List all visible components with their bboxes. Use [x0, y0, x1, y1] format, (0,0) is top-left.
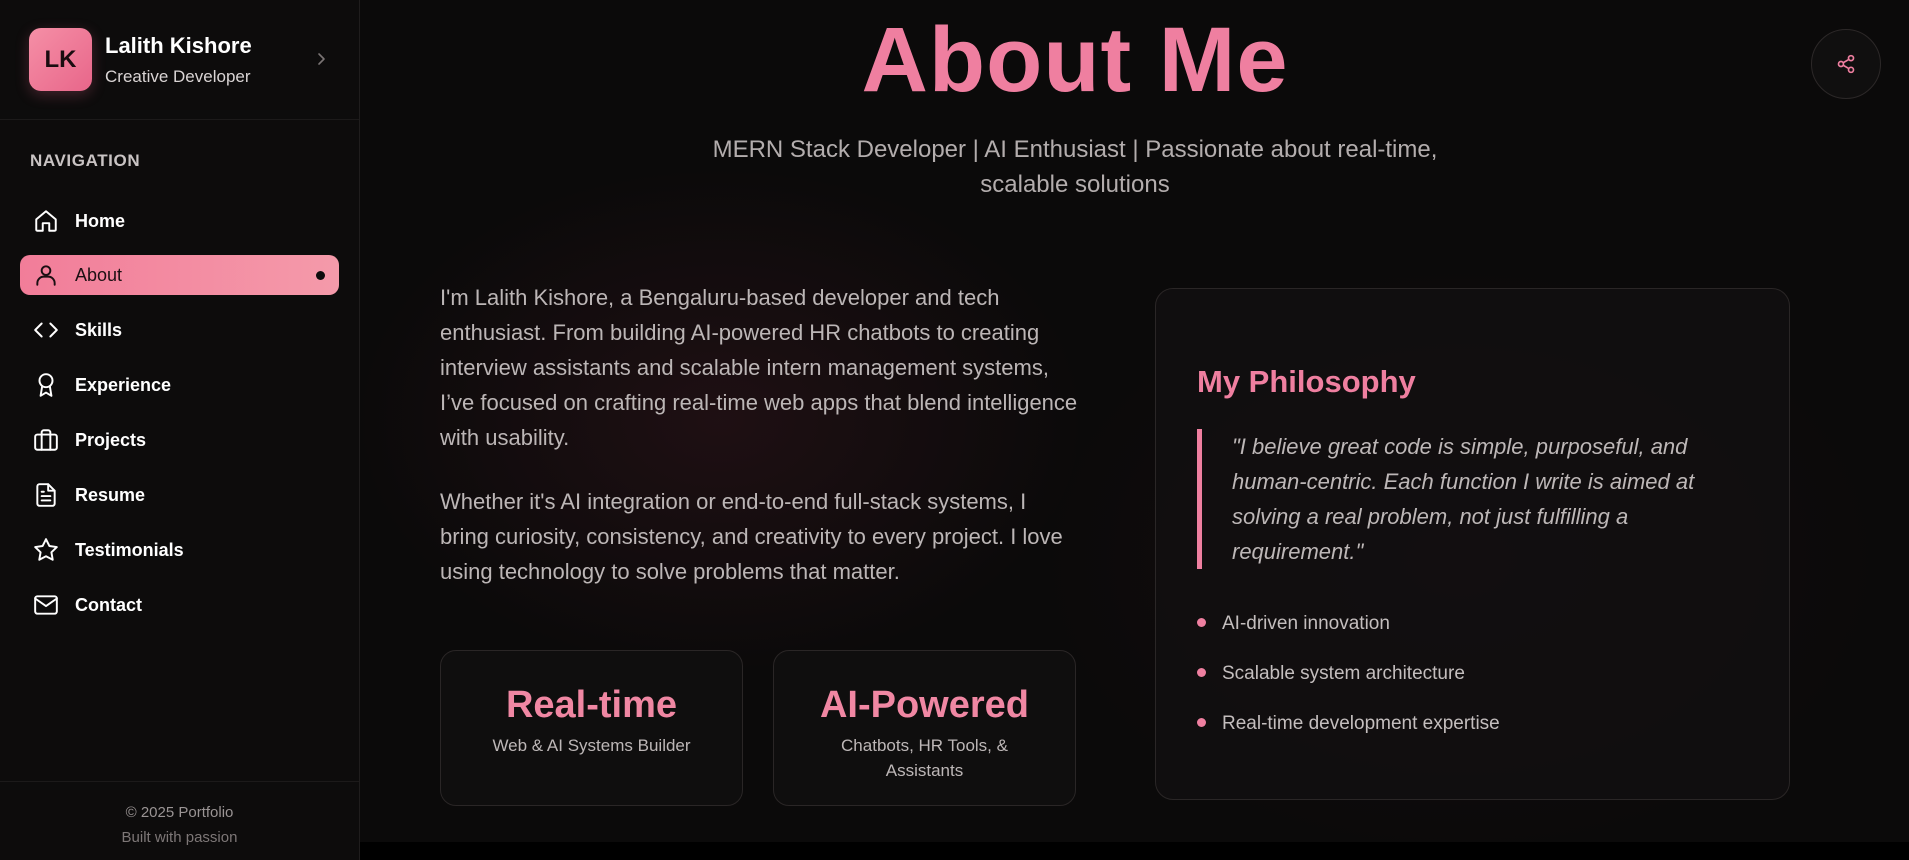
footer-tagline: Built with passion	[121, 829, 238, 846]
briefcase-icon	[33, 427, 59, 453]
mail-icon	[33, 592, 59, 618]
stat-value: Real-time	[505, 684, 678, 726]
sidebar-item-label: Resume	[75, 484, 146, 505]
philosophy-quote: "I believe great code is simple, purpose…	[1197, 429, 1727, 569]
avatar: LK	[29, 28, 92, 91]
share-button[interactable]	[1811, 29, 1881, 99]
profile-header: LK Lalith Kishore Creative Developer	[0, 0, 359, 120]
sidebar-item-skills[interactable]: Skills	[20, 310, 339, 350]
sidebar-item-contact[interactable]: Contact	[20, 585, 339, 625]
stat-value: AI-Powered	[819, 684, 1030, 726]
sidebar-item-experience[interactable]: Experience	[20, 365, 339, 405]
sidebar-item-testimonials[interactable]: Testimonials	[20, 530, 339, 570]
philosophy-points: AI-driven innovation Scalable system arc…	[1197, 599, 1500, 749]
profile-role: Creative Developer	[105, 67, 251, 86]
chevron-right-icon	[318, 53, 325, 65]
sidebar-item-label: Projects	[75, 429, 147, 450]
home-icon	[33, 208, 59, 234]
list-item: Real-time development expertise	[1197, 699, 1500, 749]
list-item: Scalable system architecture	[1197, 649, 1500, 699]
stat-caption: Web & AI Systems Builder	[492, 736, 691, 755]
sidebar-collapse-button[interactable]	[310, 48, 332, 70]
philosophy-title: My Philosophy	[1197, 364, 1416, 399]
sidebar-item-projects[interactable]: Projects	[20, 420, 339, 460]
document-icon	[33, 482, 59, 508]
sidebar-footer: © 2025 Portfolio Built with passion	[0, 781, 359, 860]
sidebar-item-label: Testimonials	[75, 539, 184, 560]
sidebar-item-label: Experience	[75, 374, 172, 395]
page-title: About Me	[861, 9, 1289, 111]
bottom-edge	[360, 842, 1909, 860]
stat-card-realtime: Real-time Web & AI Systems Builder	[440, 650, 743, 806]
star-icon	[33, 537, 59, 563]
bio-paragraph: Whether it's AI integration or end-to-en…	[440, 489, 1063, 584]
share-icon	[1837, 54, 1855, 74]
sidebar-item-resume[interactable]: Resume	[20, 475, 339, 515]
stat-card-ai-powered: AI-Powered Chatbots, HR Tools, & Assista…	[773, 650, 1076, 806]
code-icon	[33, 317, 59, 343]
stat-caption: Chatbots, HR Tools, & Assistants	[841, 736, 1008, 780]
sidebar-item-home[interactable]: Home	[20, 201, 339, 241]
active-indicator-dot	[316, 271, 325, 280]
bio-paragraph: I'm Lalith Kishore, a Bengaluru-based de…	[440, 285, 1078, 450]
copyright-text: © 2025 Portfolio	[125, 804, 234, 821]
sidebar-item-label: Home	[75, 210, 126, 231]
main-content: About Me MERN Stack Developer | AI Enthu…	[360, 0, 1909, 860]
user-icon	[33, 262, 59, 288]
bio-section: I'm Lalith Kishore, a Bengaluru-based de…	[440, 280, 1080, 589]
sidebar-item-label: Skills	[75, 319, 123, 340]
sidebar-item-label: Contact	[75, 594, 142, 615]
sidebar: LK Lalith Kishore Creative Developer NAV…	[0, 0, 360, 860]
sidebar-item-about[interactable]: About	[20, 255, 339, 295]
sidebar-item-label: About	[75, 264, 123, 285]
list-item: AI-driven innovation	[1197, 599, 1500, 649]
philosophy-card: My Philosophy "I believe great code is s…	[1155, 288, 1790, 800]
app-window: LK Lalith Kishore Creative Developer NAV…	[0, 0, 1909, 860]
nav-heading: NAVIGATION	[30, 151, 141, 170]
page-subtitle: MERN Stack Developer | AI Enthusiast | P…	[712, 136, 1438, 198]
award-icon	[33, 372, 59, 398]
profile-name: Lalith Kishore	[105, 33, 252, 58]
